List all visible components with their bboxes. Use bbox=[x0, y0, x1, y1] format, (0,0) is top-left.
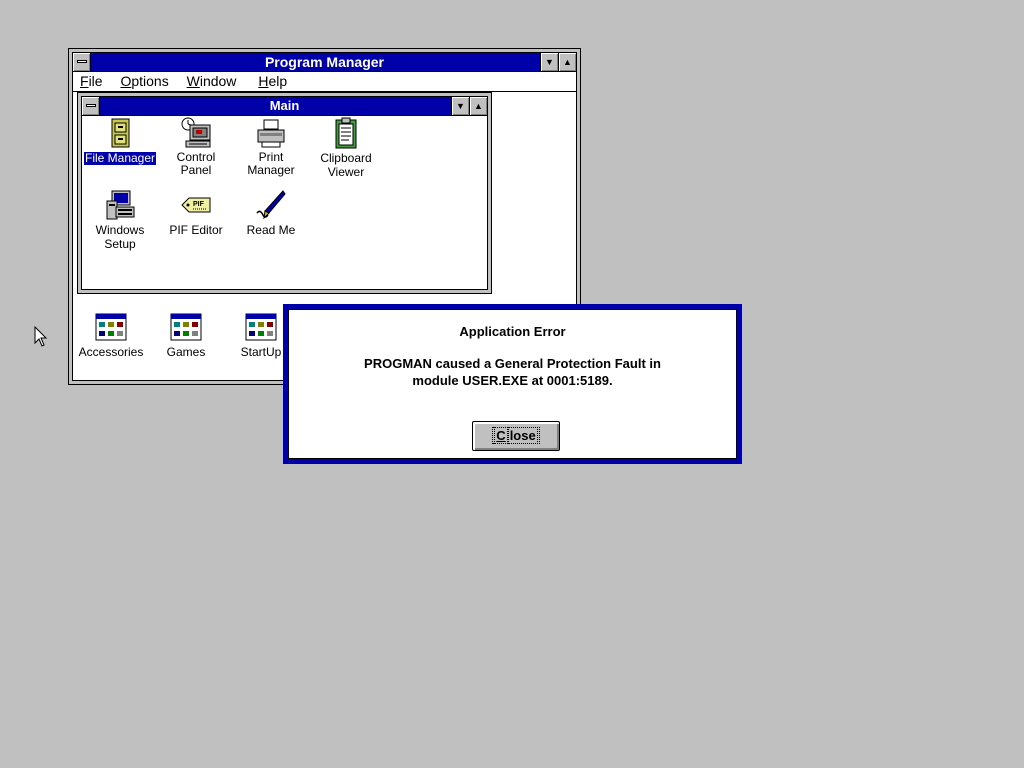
maximize-button[interactable]: ▲ bbox=[558, 53, 576, 71]
system-menu-icon bbox=[86, 104, 96, 107]
control-panel-icon-item[interactable]: Control Panel bbox=[159, 117, 233, 177]
main-group-window[interactable]: Main ▼ ▲ File Manager Control Panel Prin… bbox=[77, 92, 492, 294]
error-message: PROGMAN caused a General Protection Faul… bbox=[289, 355, 736, 389]
system-menu-icon bbox=[77, 60, 87, 63]
file-cabinet-icon bbox=[111, 118, 130, 148]
control-panel-icon bbox=[181, 117, 211, 148]
window-title: Program Manager bbox=[264, 54, 385, 70]
windows-setup-label-2: Setup bbox=[104, 237, 136, 251]
program-manager-titlebar[interactable]: Program Manager ▼ ▲ bbox=[73, 53, 576, 72]
main-maximize-button[interactable]: ▲ bbox=[469, 97, 487, 115]
games-group-icon-item[interactable]: Games bbox=[149, 313, 223, 359]
clipboard-icon bbox=[335, 117, 357, 149]
main-titlebar[interactable]: Main ▼ ▲ bbox=[82, 97, 487, 116]
pen-icon bbox=[256, 190, 286, 220]
read-me-icon-item[interactable]: Read Me bbox=[234, 189, 308, 237]
error-message-line-2: module USER.EXE at 0001:5189. bbox=[412, 373, 613, 388]
games-label: Games bbox=[166, 345, 206, 359]
file-manager-label: File Manager bbox=[82, 151, 158, 166]
clipboard-viewer-label-2: Viewer bbox=[327, 165, 365, 179]
close-button[interactable]: Close bbox=[472, 421, 560, 451]
error-title: Application Error bbox=[459, 324, 566, 339]
system-menu-button[interactable] bbox=[73, 53, 91, 71]
file-manager-icon-item[interactable]: File Manager bbox=[82, 117, 158, 166]
pif-editor-icon-item[interactable]: PIF PIF Editor bbox=[159, 189, 233, 237]
clipboard-viewer-label-1: Clipboard bbox=[320, 151, 372, 165]
windows-setup-icon-item[interactable]: Windows Setup bbox=[83, 189, 157, 251]
menu-options-accel: O bbox=[120, 73, 132, 89]
program-group-icon bbox=[170, 313, 202, 341]
windows-setup-label-1: Windows bbox=[95, 223, 145, 237]
error-dialog-body: Application Error PROGMAN caused a Gener… bbox=[288, 309, 737, 459]
startup-label: StartUp bbox=[240, 345, 282, 359]
printer-icon bbox=[257, 119, 285, 148]
menu-help[interactable]: Help bbox=[251, 72, 294, 91]
menu-window-label: indow bbox=[199, 73, 237, 89]
main-minimize-button[interactable]: ▼ bbox=[451, 97, 469, 115]
menu-file[interactable]: File bbox=[73, 72, 110, 91]
menu-file-label: ile bbox=[88, 73, 103, 89]
menu-help-label: elp bbox=[268, 73, 288, 89]
accessories-label: Accessories bbox=[78, 345, 144, 359]
main-system-menu-button[interactable] bbox=[82, 97, 100, 115]
minimize-button[interactable]: ▼ bbox=[540, 53, 558, 71]
error-message-line-1: PROGMAN caused a General Protection Faul… bbox=[364, 356, 661, 371]
control-panel-label: Control Panel bbox=[176, 150, 216, 177]
program-group-icon bbox=[245, 313, 277, 341]
application-error-dialog[interactable]: Application Error PROGMAN caused a Gener… bbox=[283, 304, 742, 464]
menu-options[interactable]: Options bbox=[113, 72, 175, 91]
print-manager-label: Print Manager bbox=[247, 150, 295, 177]
menu-window-accel: W bbox=[186, 73, 200, 89]
menu-bar: File Options Window Help bbox=[73, 72, 576, 92]
close-button-label: lose bbox=[507, 427, 538, 444]
menu-file-accel: F bbox=[80, 73, 89, 89]
menu-window[interactable]: Window bbox=[180, 72, 244, 91]
pif-badge-text: PIF bbox=[193, 201, 205, 208]
menu-help-accel: H bbox=[258, 73, 269, 89]
menu-options-label: ptions bbox=[131, 73, 169, 89]
mouse-pointer-icon bbox=[34, 326, 48, 347]
pif-tag-icon: PIF bbox=[181, 197, 211, 213]
pif-editor-label: PIF Editor bbox=[169, 223, 223, 237]
read-me-label: Read Me bbox=[246, 223, 296, 237]
windows-setup-icon bbox=[106, 190, 135, 220]
print-manager-icon-item[interactable]: Print Manager bbox=[234, 117, 308, 177]
main-title: Main bbox=[269, 98, 300, 113]
close-button-focus: Close bbox=[492, 427, 540, 444]
program-group-icon bbox=[95, 313, 127, 341]
close-button-accel: C bbox=[494, 427, 508, 444]
clipboard-viewer-icon-item[interactable]: Clipboard Viewer bbox=[309, 117, 383, 179]
accessories-group-icon-item[interactable]: Accessories bbox=[74, 313, 148, 359]
